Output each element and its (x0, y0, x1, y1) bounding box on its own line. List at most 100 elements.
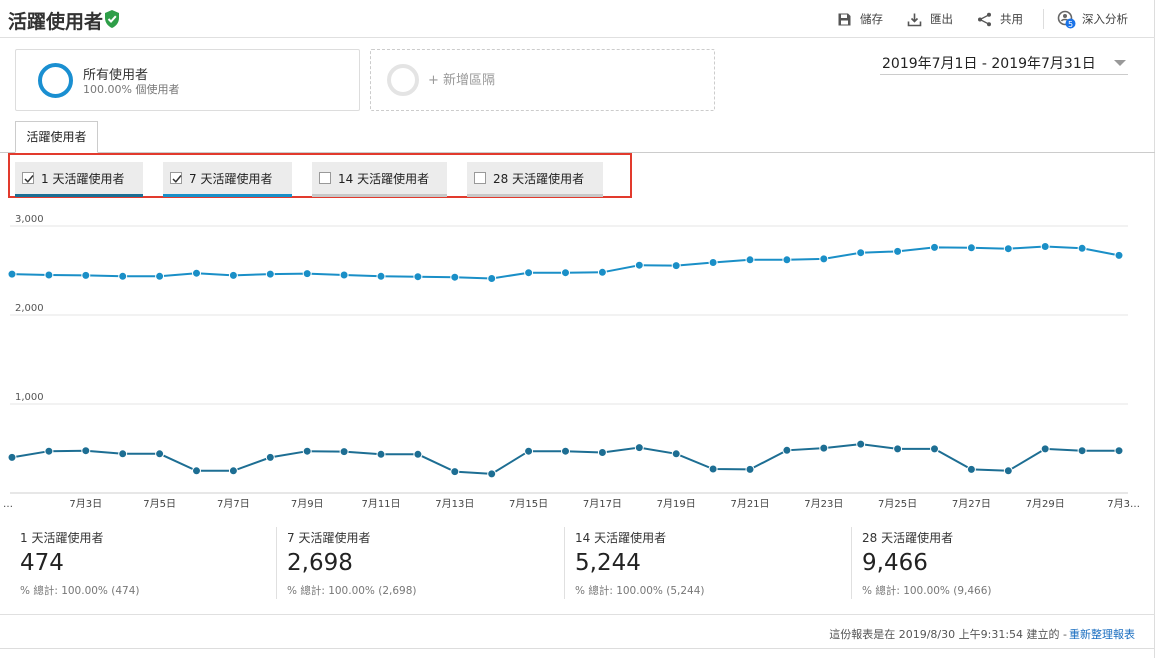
stat-value: 474 (20, 550, 64, 576)
report-page: 活躍使用者 儲存 匯出 共用 5 深入分析 所有使用者 100.00% 個使用者… (0, 0, 1155, 658)
data-point (228, 466, 238, 476)
data-point (376, 271, 386, 281)
metric-color-underline (467, 194, 603, 197)
stat-divider (564, 527, 565, 599)
stat-label: 7 天活躍使用者 (287, 531, 371, 545)
data-point (118, 271, 128, 281)
data-point (819, 443, 829, 453)
checkbox-unchecked-icon[interactable] (319, 172, 331, 184)
line-chart: 3,000 2,000 1,000 … 7月3日 7月5日 7月7日 7月9日 7月11日 7月1… (3, 214, 1140, 510)
metric-chip-label: 7 天活躍使用者 (189, 172, 273, 186)
refresh-report-link[interactable]: 重新整理報表 (1069, 626, 1135, 642)
metric-chip-28-day[interactable]: 28 天活躍使用者 (467, 162, 603, 197)
y-tick-label: 3,000 (15, 214, 44, 225)
data-point (893, 246, 903, 256)
stat-total: % 總計: 100.00% (474) (20, 585, 140, 597)
stat-total: % 總計: 100.00% (2,698) (287, 585, 417, 597)
metric-color-underline (312, 194, 447, 197)
data-point (192, 268, 201, 278)
x-tick-label: 7月27日 (952, 498, 991, 510)
metric-chip-14-day[interactable]: 14 天活躍使用者 (312, 162, 447, 197)
x-tick-label: 7月3日 (69, 498, 102, 510)
segment-all-users[interactable]: 所有使用者 100.00% 個使用者 (15, 49, 360, 111)
data-point (634, 443, 644, 453)
x-tick-label: 7月29日 (1026, 498, 1065, 510)
stat-7-day: 7 天活躍使用者 2,698 % 總計: 100.00% (2,698) (287, 527, 567, 607)
share-label: 共用 (1000, 12, 1023, 26)
export-button[interactable]: 匯出 (907, 10, 953, 28)
data-point (524, 268, 534, 278)
metric-chip-1-day[interactable]: 1 天活躍使用者 (15, 162, 143, 197)
x-tick-label: 7月19日 (657, 498, 696, 510)
data-point (708, 464, 718, 474)
metric-chip-7-day[interactable]: 7 天活躍使用者 (163, 162, 292, 197)
x-tick-label: … (3, 499, 13, 510)
data-point (7, 452, 17, 462)
data-point (856, 439, 866, 449)
checkbox-checked-icon[interactable] (170, 172, 182, 184)
data-point (597, 448, 607, 457)
header-divider (1043, 9, 1044, 29)
metric-color-underline (15, 194, 143, 197)
data-point (1114, 250, 1124, 260)
checkbox-unchecked-icon[interactable] (474, 172, 486, 184)
data-point (671, 449, 681, 459)
stat-label: 1 天活躍使用者 (20, 531, 104, 545)
metric-chip-label: 28 天活躍使用者 (493, 172, 585, 186)
add-segment-button[interactable]: + 新增區隔 (370, 49, 715, 111)
data-point (487, 274, 497, 283)
export-label: 匯出 (930, 12, 953, 26)
data-point (302, 446, 312, 456)
data-point (930, 242, 939, 252)
x-tick-label: 7月17日 (583, 498, 622, 510)
y-tick-label: 2,000 (15, 303, 44, 314)
share-icon (978, 12, 991, 26)
insights-label: 深入分析 (1082, 12, 1128, 26)
report-created-text: 這份報表是在 2019/8/30 上午9:31:54 建立的 - (829, 628, 1067, 641)
share-button[interactable]: 共用 (977, 10, 1023, 28)
data-point (634, 260, 644, 270)
data-point (856, 248, 866, 258)
data-point (413, 272, 423, 282)
data-point (966, 464, 976, 474)
stat-28-day: 28 天活躍使用者 9,466 % 總計: 100.00% (9,466) (862, 527, 1142, 607)
data-point (782, 445, 792, 455)
checkbox-checked-icon[interactable] (22, 172, 34, 184)
data-point (450, 467, 460, 477)
date-range-picker[interactable]: 2019年7月1日 - 2019年7月31日 (880, 51, 1128, 75)
data-point (708, 258, 718, 267)
segment-ring-icon (38, 63, 73, 98)
page-title: 活躍使用者 (8, 11, 104, 33)
save-icon (838, 13, 851, 25)
stat-label: 28 天活躍使用者 (862, 531, 954, 545)
data-point (893, 444, 903, 454)
x-tick-label: 7月3… (1107, 498, 1140, 510)
tab-active-users[interactable]: 活躍使用者 (15, 121, 98, 153)
x-tick-label: 7月11日 (361, 498, 400, 510)
data-point (1040, 444, 1050, 454)
insights-button[interactable]: 5 深入分析 (1057, 10, 1128, 28)
report-header: 活躍使用者 儲存 匯出 共用 5 深入分析 (0, 0, 1155, 38)
empty-segment-ring-icon (387, 64, 419, 96)
save-button[interactable]: 儲存 (837, 10, 883, 28)
stat-14-day: 14 天活躍使用者 5,244 % 總計: 100.00% (5,244) (575, 527, 855, 607)
data-point (487, 469, 497, 479)
data-point (265, 269, 275, 279)
date-range-text: 2019年7月1日 - 2019年7月31日 (882, 56, 1096, 72)
metric-chip-label: 1 天活躍使用者 (41, 172, 125, 186)
data-point (118, 449, 128, 459)
data-point (44, 446, 54, 456)
stat-value: 9,466 (862, 550, 928, 576)
data-point (930, 444, 939, 454)
save-label: 儲存 (860, 12, 883, 26)
data-point (155, 271, 165, 281)
download-icon (907, 13, 922, 26)
x-tick-label: 7月25日 (878, 498, 917, 510)
data-point (44, 270, 54, 280)
stat-total: % 總計: 100.00% (9,466) (862, 585, 992, 597)
data-point (524, 446, 534, 456)
data-point (413, 449, 423, 459)
insights-badge-count: 5 (1068, 19, 1073, 28)
data-point (81, 446, 91, 456)
data-point (745, 464, 755, 474)
